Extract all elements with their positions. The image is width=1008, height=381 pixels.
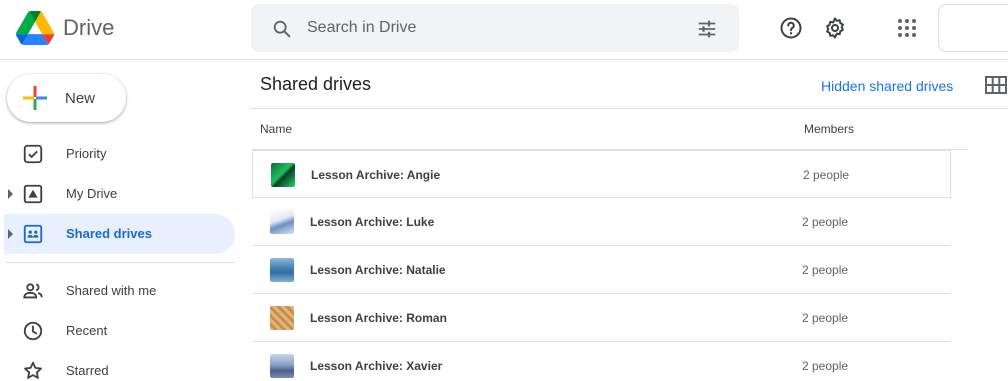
search-input[interactable] xyxy=(307,14,687,42)
drive-members: 2 people xyxy=(802,263,849,277)
apps-grid-icon[interactable] xyxy=(895,16,919,40)
drive-thumbnail xyxy=(271,163,295,187)
priority-check-icon xyxy=(23,144,43,164)
expand-caret-icon[interactable] xyxy=(8,189,13,199)
drive-name: Lesson Archive: Angie xyxy=(311,168,441,182)
plus-icon xyxy=(23,86,47,110)
sidebar-item-my-drive[interactable]: My Drive xyxy=(0,174,235,214)
star-icon xyxy=(24,361,42,379)
sidebar-item-label: Shared with me xyxy=(66,283,157,298)
table-row[interactable]: Lesson Archive: Roman 2 people xyxy=(252,294,951,342)
hidden-shared-drives-link[interactable]: Hidden shared drives xyxy=(821,78,953,94)
sidebar-item-shared-drives[interactable]: Shared drives xyxy=(4,214,235,254)
drive-name: Lesson Archive: Luke xyxy=(310,215,435,229)
table-row[interactable]: Lesson Archive: Xavier 2 people xyxy=(252,342,951,381)
drive-members: 2 people xyxy=(802,311,849,325)
new-button-label: New xyxy=(65,90,96,107)
shared-drives-icon xyxy=(23,224,43,244)
help-icon[interactable] xyxy=(779,16,803,40)
account-switcher[interactable] xyxy=(938,4,1008,52)
sidebar-item-label: Starred xyxy=(66,363,109,378)
drive-logo-icon[interactable] xyxy=(16,10,54,46)
grid-view-icon[interactable] xyxy=(985,76,1007,94)
drive-thumbnail xyxy=(270,210,294,234)
drive-brand-label: Drive xyxy=(63,15,115,40)
page-title: Shared drives xyxy=(260,74,372,94)
sidebar-item-priority[interactable]: Priority xyxy=(0,134,235,174)
drive-thumbnail xyxy=(270,258,294,282)
title-divider xyxy=(251,108,1008,109)
drive-name: Lesson Archive: Xavier xyxy=(310,359,443,373)
drive-thumbnail xyxy=(270,306,294,330)
settings-gear-icon[interactable] xyxy=(823,16,847,40)
search-icon[interactable] xyxy=(271,18,293,40)
drive-name: Lesson Archive: Natalie xyxy=(310,263,446,277)
drive-members: 2 people xyxy=(802,215,849,229)
sidebar-item-label: Priority xyxy=(66,146,107,161)
drive-name: Lesson Archive: Roman xyxy=(310,311,447,325)
column-header-name[interactable]: Name xyxy=(260,122,292,136)
expand-caret-icon[interactable] xyxy=(8,229,13,239)
drive-members: 2 people xyxy=(802,359,849,373)
sidebar-item-shared-with-me[interactable]: Shared with me xyxy=(0,271,235,311)
table-row[interactable]: Lesson Archive: Angie 2 people xyxy=(252,150,951,198)
sidebar-item-starred[interactable]: Starred xyxy=(0,351,235,381)
table-row[interactable]: Lesson Archive: Luke 2 people xyxy=(252,198,951,246)
sidebar-item-label: Shared drives xyxy=(66,226,152,241)
search-options-icon[interactable] xyxy=(695,18,719,40)
sidebar-item-label: Recent xyxy=(66,323,108,338)
sidebar-item-recent[interactable]: Recent xyxy=(0,311,235,351)
my-drive-icon xyxy=(23,184,43,204)
new-button[interactable]: New xyxy=(7,74,126,122)
top-bar: Drive xyxy=(0,0,1008,60)
search-bar[interactable] xyxy=(251,4,739,52)
column-header-members[interactable]: Members xyxy=(804,122,854,136)
sidebar-item-label: My Drive xyxy=(66,186,118,201)
people-icon xyxy=(23,283,43,299)
sidebar-divider xyxy=(6,262,235,263)
clock-icon xyxy=(23,321,43,341)
table-row[interactable]: Lesson Archive: Natalie 2 people xyxy=(252,246,951,294)
drive-thumbnail xyxy=(270,354,294,378)
drive-members: 2 people xyxy=(803,168,850,182)
